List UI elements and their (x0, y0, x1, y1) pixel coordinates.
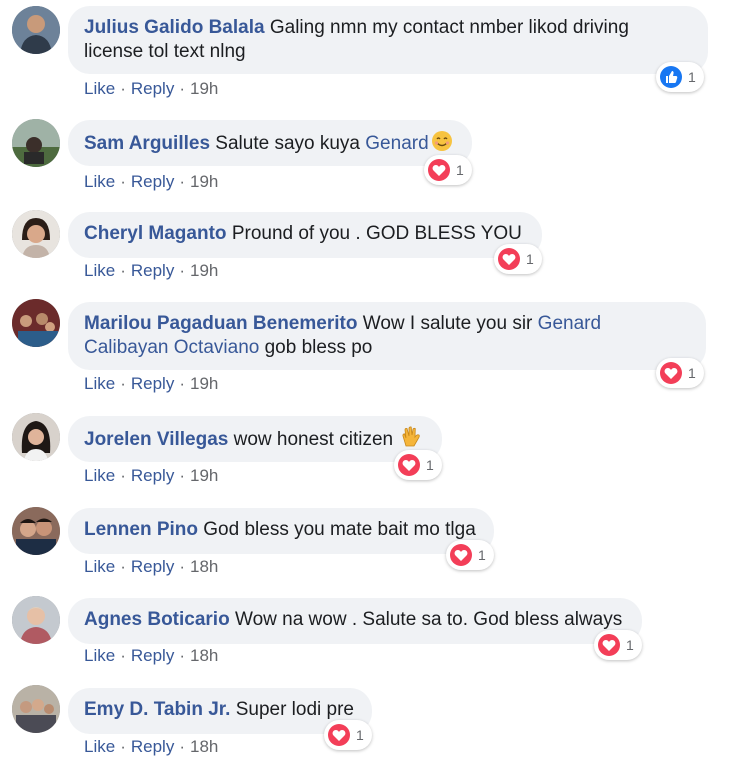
like-link[interactable]: Like (84, 374, 115, 393)
reply-link[interactable]: Reply (131, 172, 174, 191)
love-reaction-icon (598, 634, 620, 656)
timestamp[interactable]: 18h (190, 646, 218, 665)
avatar-photo-icon (12, 413, 60, 461)
comment-bubble: Lennen Pino God bless you mate bait mo t… (68, 508, 494, 554)
avatar-photo-icon (12, 119, 60, 167)
comment-bubble: Sam Arguilles Salute sayo kuya Genard (68, 120, 472, 166)
reaction-count-label: 1 (688, 69, 696, 85)
like-link[interactable]: Like (84, 79, 115, 98)
comment-bubble: Cheryl Maganto Pround of you . GOD BLESS… (68, 212, 542, 258)
reaction-count[interactable]: 1 (446, 540, 494, 570)
reply-link[interactable]: Reply (131, 79, 174, 98)
comment-actions: Like · Reply · 19h (84, 79, 219, 98)
avatar[interactable] (12, 507, 60, 555)
comment-text: Pround of you . GOD BLESS YOU (231, 223, 522, 244)
like-link[interactable]: Like (84, 466, 115, 485)
comment-text: Super lodi pre (235, 699, 354, 720)
avatar-photo-icon (12, 596, 60, 644)
comment-author[interactable]: Jorelen Villegas (84, 429, 228, 450)
comment-text-after: gob bless po (264, 337, 373, 358)
reaction-count[interactable]: 1 (656, 62, 704, 92)
reaction-count-label: 1 (456, 162, 464, 178)
reaction-count[interactable]: 1 (394, 450, 442, 480)
reaction-count[interactable]: 1 (494, 244, 542, 274)
avatar-photo-icon (12, 685, 60, 733)
comment-text: Salute sayo kuya (215, 133, 360, 154)
reply-link[interactable]: Reply (131, 557, 174, 576)
mention-link[interactable]: Genard (365, 133, 428, 154)
avatar[interactable] (12, 685, 60, 733)
like-link[interactable]: Like (84, 261, 115, 280)
avatar[interactable] (12, 210, 60, 258)
comment-author[interactable]: Sam Arguilles (84, 133, 210, 154)
comment-actions: Like · Reply · 18h (84, 646, 219, 665)
timestamp[interactable]: 19h (190, 79, 218, 98)
avatar-photo-icon (12, 299, 60, 347)
comment-actions: Like · Reply · 19h (84, 466, 219, 485)
reaction-count-label: 1 (478, 547, 486, 563)
reaction-count[interactable]: 1 (594, 630, 642, 660)
love-reaction-icon (498, 248, 520, 270)
reply-link[interactable]: Reply (131, 466, 174, 485)
comment-actions: Like · Reply · 18h (84, 737, 219, 756)
reaction-count[interactable]: 1 (424, 155, 472, 185)
comment-bubble: Julius Galido Balala Galing nmn my conta… (68, 6, 708, 74)
comment-actions: Like · Reply · 18h (84, 557, 219, 576)
comment-author[interactable]: Emy D. Tabin Jr. (84, 699, 230, 720)
timestamp[interactable]: 18h (190, 737, 218, 756)
avatar-photo-icon (12, 507, 60, 555)
comment-text: God bless you mate bait mo tlga (203, 519, 476, 540)
avatar[interactable] (12, 119, 60, 167)
comment-author[interactable]: Lennen Pino (84, 519, 198, 540)
timestamp[interactable]: 19h (190, 172, 218, 191)
reply-link[interactable]: Reply (131, 374, 174, 393)
comment-bubble: Agnes Boticario Wow na wow . Salute sa t… (68, 598, 642, 644)
comment-author[interactable]: Marilou Pagaduan Benemerito (84, 313, 357, 334)
love-reaction-icon (328, 724, 350, 746)
timestamp[interactable]: 19h (190, 374, 218, 393)
like-link[interactable]: Like (84, 737, 115, 756)
comment-bubble: Marilou Pagaduan Benemerito Wow I salute… (68, 302, 706, 370)
avatar[interactable] (12, 413, 60, 461)
reply-link[interactable]: Reply (131, 261, 174, 280)
love-reaction-icon (428, 159, 450, 181)
reaction-count-label: 1 (356, 727, 364, 743)
comment-text: wow honest citizen (233, 429, 394, 450)
comment-author[interactable]: Julius Galido Balala (84, 17, 265, 38)
comment-text: Wow na wow . Salute sa to. God bless alw… (234, 609, 623, 630)
reaction-count-label: 1 (426, 457, 434, 473)
avatar-photo-icon (12, 6, 60, 54)
avatar-photo-icon (12, 210, 60, 258)
like-link[interactable]: Like (84, 646, 115, 665)
reaction-count[interactable]: 1 (656, 358, 704, 388)
like-link[interactable]: Like (84, 172, 115, 191)
avatar[interactable] (12, 299, 60, 347)
comment-author[interactable]: Agnes Boticario (84, 609, 230, 630)
avatar[interactable] (12, 596, 60, 644)
comment-text: Wow I salute you sir (362, 313, 533, 334)
comment-actions: Like · Reply · 19h (84, 261, 219, 280)
comment-actions: Like · Reply · 19h (84, 172, 219, 191)
comment-actions: Like · Reply · 19h (84, 374, 219, 393)
comment-bubble: Jorelen Villegas wow honest citizen (68, 416, 442, 462)
like-link[interactable]: Like (84, 557, 115, 576)
reaction-count[interactable]: 1 (324, 720, 372, 750)
love-reaction-icon (660, 362, 682, 384)
reply-link[interactable]: Reply (131, 737, 174, 756)
timestamp[interactable]: 18h (190, 557, 218, 576)
reply-link[interactable]: Reply (131, 646, 174, 665)
timestamp[interactable]: 19h (190, 466, 218, 485)
love-reaction-icon (398, 454, 420, 476)
reaction-count-label: 1 (688, 365, 696, 381)
timestamp[interactable]: 19h (190, 261, 218, 280)
comment-author[interactable]: Cheryl Maganto (84, 223, 227, 244)
reaction-count-label: 1 (626, 637, 634, 653)
like-reaction-icon (660, 66, 682, 88)
love-reaction-icon (450, 544, 472, 566)
reaction-count-label: 1 (526, 251, 534, 267)
avatar[interactable] (12, 6, 60, 54)
